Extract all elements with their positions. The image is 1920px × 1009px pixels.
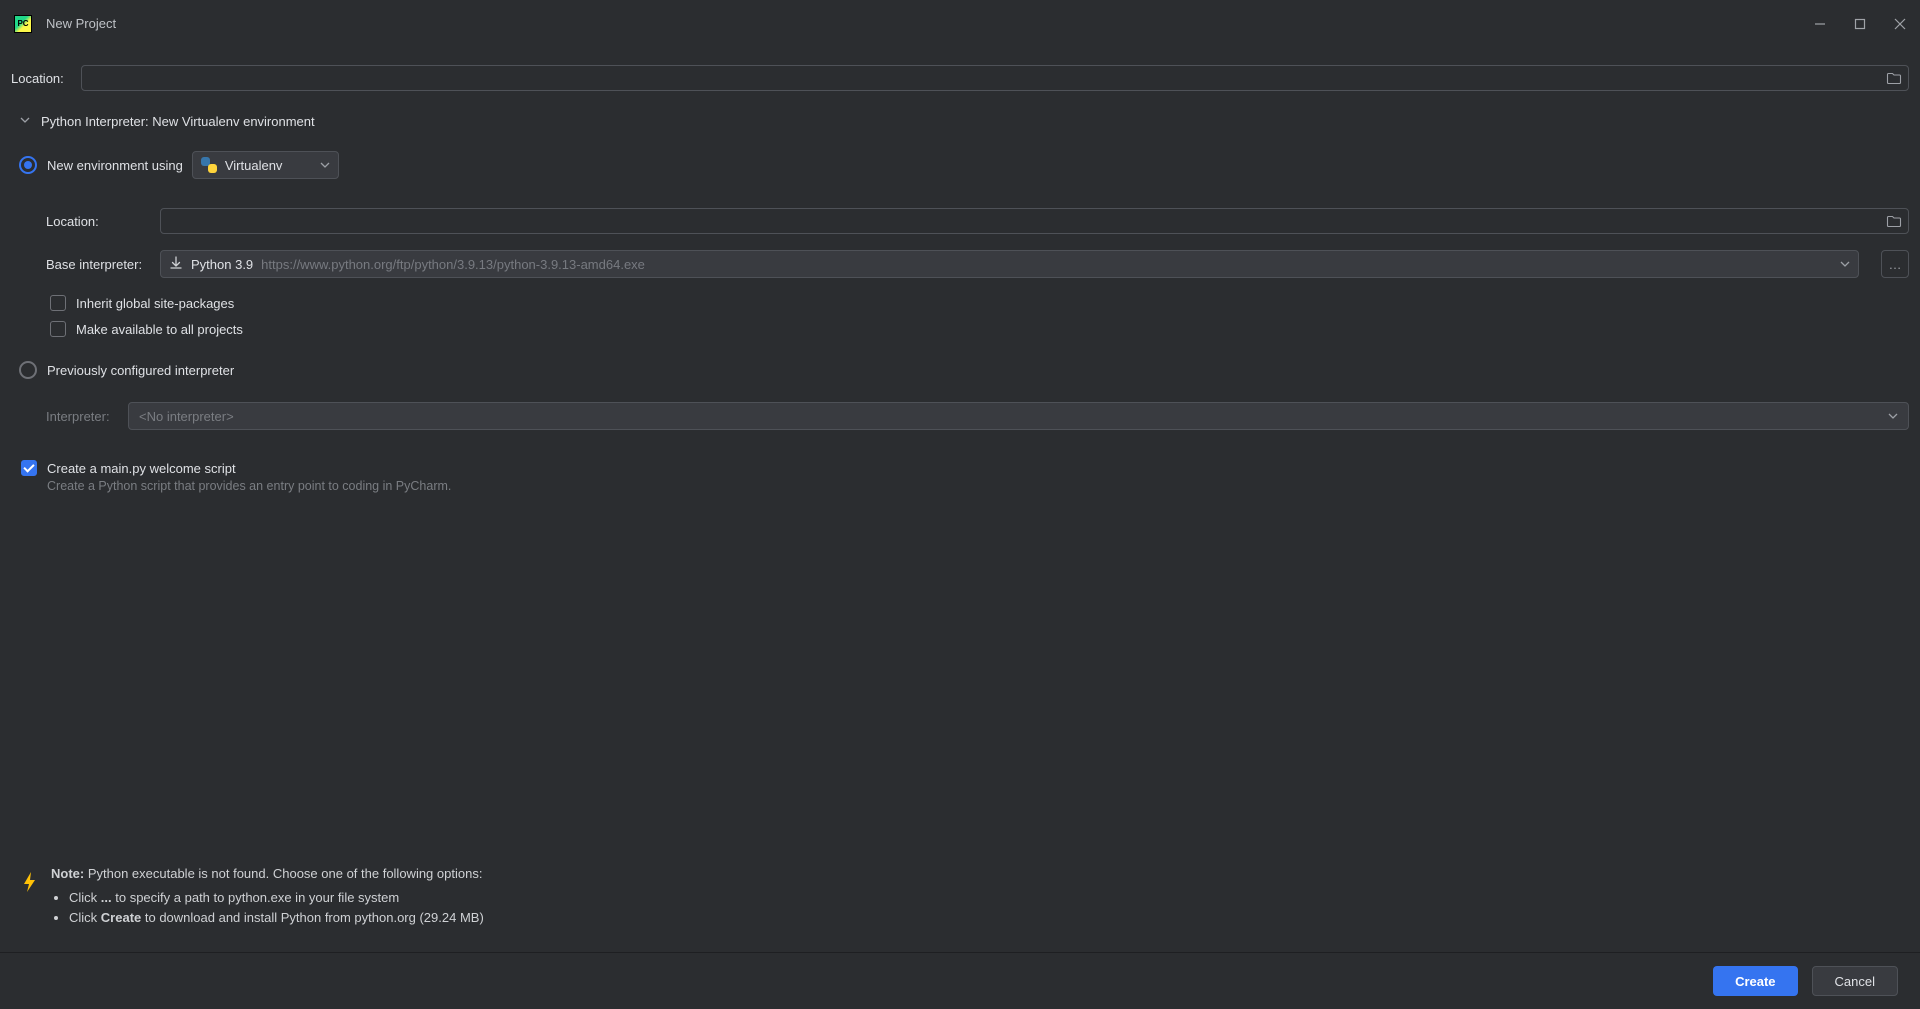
env-tool-value: Virtualenv [225, 158, 283, 173]
env-location-input-wrapper [160, 208, 1909, 234]
make-available-checkbox[interactable] [50, 321, 66, 337]
base-interpreter-row: Base interpreter: Python 3.9 https://www… [46, 242, 1909, 286]
env-location-input[interactable] [169, 214, 1880, 229]
new-env-radio-row: New environment using Virtualenv [19, 142, 1909, 188]
inherit-label: Inherit global site-packages [76, 296, 234, 311]
chevron-down-icon [1888, 409, 1898, 424]
titlebar-left: PC New Project [14, 15, 116, 33]
welcome-script-checkbox[interactable] [21, 460, 37, 476]
make-available-label: Make available to all projects [76, 322, 243, 337]
location-input[interactable] [90, 71, 1880, 86]
note-rest: Python executable is not found. Choose o… [84, 866, 482, 881]
note-heading: Note: Python executable is not found. Ch… [51, 864, 484, 884]
ellipsis-icon: … [1889, 257, 1902, 272]
base-interpreter-name: Python 3.9 [191, 257, 253, 272]
prev-interpreter-radio[interactable] [19, 361, 37, 379]
base-interpreter-hint: https://www.python.org/ftp/python/3.9.13… [261, 257, 645, 272]
location-input-wrapper [81, 65, 1909, 91]
content: Location: Python Interpreter: New Virtua… [0, 47, 1920, 952]
note-strong: Note: [51, 866, 84, 881]
pycharm-icon: PC [14, 15, 32, 33]
prev-interpreter-label: Previously configured interpreter [47, 363, 234, 378]
base-interpreter-label: Base interpreter: [46, 257, 146, 272]
close-button[interactable] [1894, 18, 1906, 30]
env-tool-combo[interactable]: Virtualenv [192, 151, 340, 179]
maximize-button[interactable] [1854, 18, 1866, 30]
note-text: Note: Python executable is not found. Ch… [51, 864, 484, 928]
base-interpreter-combo[interactable]: Python 3.9 https://www.python.org/ftp/py… [160, 250, 1859, 278]
titlebar: PC New Project [0, 0, 1920, 47]
note-bullet-2: Click Create to download and install Pyt… [69, 908, 484, 928]
location-label: Location: [11, 71, 67, 86]
welcome-script-block: Create a main.py welcome script Create a… [11, 452, 1909, 493]
chevron-down-icon [298, 158, 330, 173]
new-env-radio[interactable] [19, 156, 37, 174]
interpreter-select-value: <No interpreter> [139, 409, 234, 424]
welcome-script-desc: Create a Python script that provides an … [21, 479, 1909, 493]
interpreter-section-body: New environment using Virtualenv Locatio… [11, 142, 1909, 438]
interpreter-section-title: Python Interpreter: New Virtualenv envir… [41, 114, 315, 129]
prev-interpreter-form: Interpreter: <No interpreter> [19, 394, 1909, 438]
create-button[interactable]: Create [1713, 966, 1797, 996]
make-available-checkbox-row: Make available to all projects [46, 316, 1909, 342]
new-env-form: Location: Base interpreter: Python 3.9 h… [19, 200, 1909, 342]
location-row: Location: [11, 58, 1909, 99]
folder-icon[interactable] [1886, 213, 1902, 229]
chevron-down-icon [1840, 257, 1850, 272]
env-location-label: Location: [46, 214, 146, 229]
inherit-checkbox-row: Inherit global site-packages [46, 290, 1909, 316]
prev-interpreter-radio-row: Previously configured interpreter [19, 352, 1909, 388]
folder-icon[interactable] [1886, 70, 1902, 86]
browse-interpreter-button[interactable]: … [1881, 250, 1909, 278]
warning-bolt-icon [21, 871, 39, 898]
interpreter-select-label: Interpreter: [46, 409, 114, 424]
inherit-checkbox[interactable] [50, 295, 66, 311]
interpreter-select: <No interpreter> [128, 402, 1909, 430]
env-location-row: Location: [46, 200, 1909, 242]
minimize-button[interactable] [1814, 18, 1826, 30]
note-block: Note: Python executable is not found. Ch… [11, 864, 1909, 952]
window-title: New Project [46, 16, 116, 31]
welcome-script-row: Create a main.py welcome script [21, 460, 1909, 476]
welcome-script-label: Create a main.py welcome script [47, 461, 236, 476]
note-bullet-1: Click ... to specify a path to python.ex… [69, 888, 484, 908]
new-env-label: New environment using [47, 158, 183, 173]
cancel-button[interactable]: Cancel [1812, 966, 1898, 996]
footer: Create Cancel [0, 952, 1920, 1009]
chevron-down-icon [19, 114, 31, 129]
python-icon [201, 157, 217, 173]
prev-interpreter-select-row: Interpreter: <No interpreter> [46, 394, 1909, 438]
download-icon [169, 256, 183, 273]
interpreter-section-header[interactable]: Python Interpreter: New Virtualenv envir… [11, 99, 1909, 142]
window-controls [1814, 18, 1906, 30]
